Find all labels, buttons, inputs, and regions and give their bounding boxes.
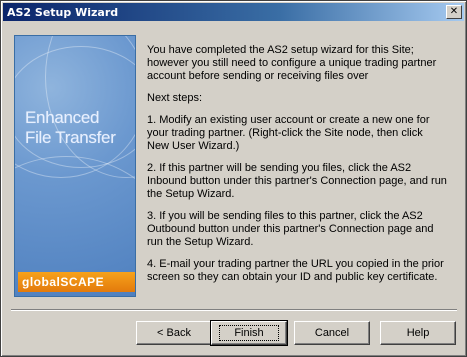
back-button-label: < Back [157,327,191,339]
next-steps-heading: Next steps: [147,92,203,104]
logo-text: globalSCAPE [22,275,105,289]
banner-line-1: Enhanced [25,108,100,127]
wizard-window: AS2 Setup Wizard ✕ Enhanced File Transfe… [0,0,467,357]
globalscape-logo: globalSCAPE [18,272,135,292]
finish-button[interactable]: Finish [210,320,288,346]
title-bar[interactable]: AS2 Setup Wizard ✕ [3,3,464,21]
button-divider [11,309,457,311]
close-button[interactable]: ✕ [446,5,462,19]
back-button[interactable]: < Back [136,321,212,345]
finish-button-label: Finish [219,325,279,341]
close-icon: ✕ [449,6,459,17]
wizard-banner-image: Enhanced File Transfer globalSCAPE [14,35,136,297]
cancel-button-label: Cancel [314,327,350,339]
step-4-text: 4. E-mail your trading partner the URL y… [147,258,444,283]
cancel-button[interactable]: Cancel [294,321,370,345]
intro-text: You have completed the AS2 setup wizard … [147,44,437,82]
help-button-label: Help [406,327,430,339]
step-1-text: 1. Modify an existing user account or cr… [147,114,430,152]
banner-caption: Enhanced File Transfer [25,108,116,148]
banner-line-2: File Transfer [25,128,116,147]
step-3-text: 3. If you will be sending files to this … [147,210,434,248]
window-title: AS2 Setup Wizard [7,5,119,19]
help-button[interactable]: Help [380,321,456,345]
step-2-text: 2. If this partner will be sending you f… [147,162,447,200]
wizard-message: You have completed the AS2 setup wizard … [147,44,447,293]
